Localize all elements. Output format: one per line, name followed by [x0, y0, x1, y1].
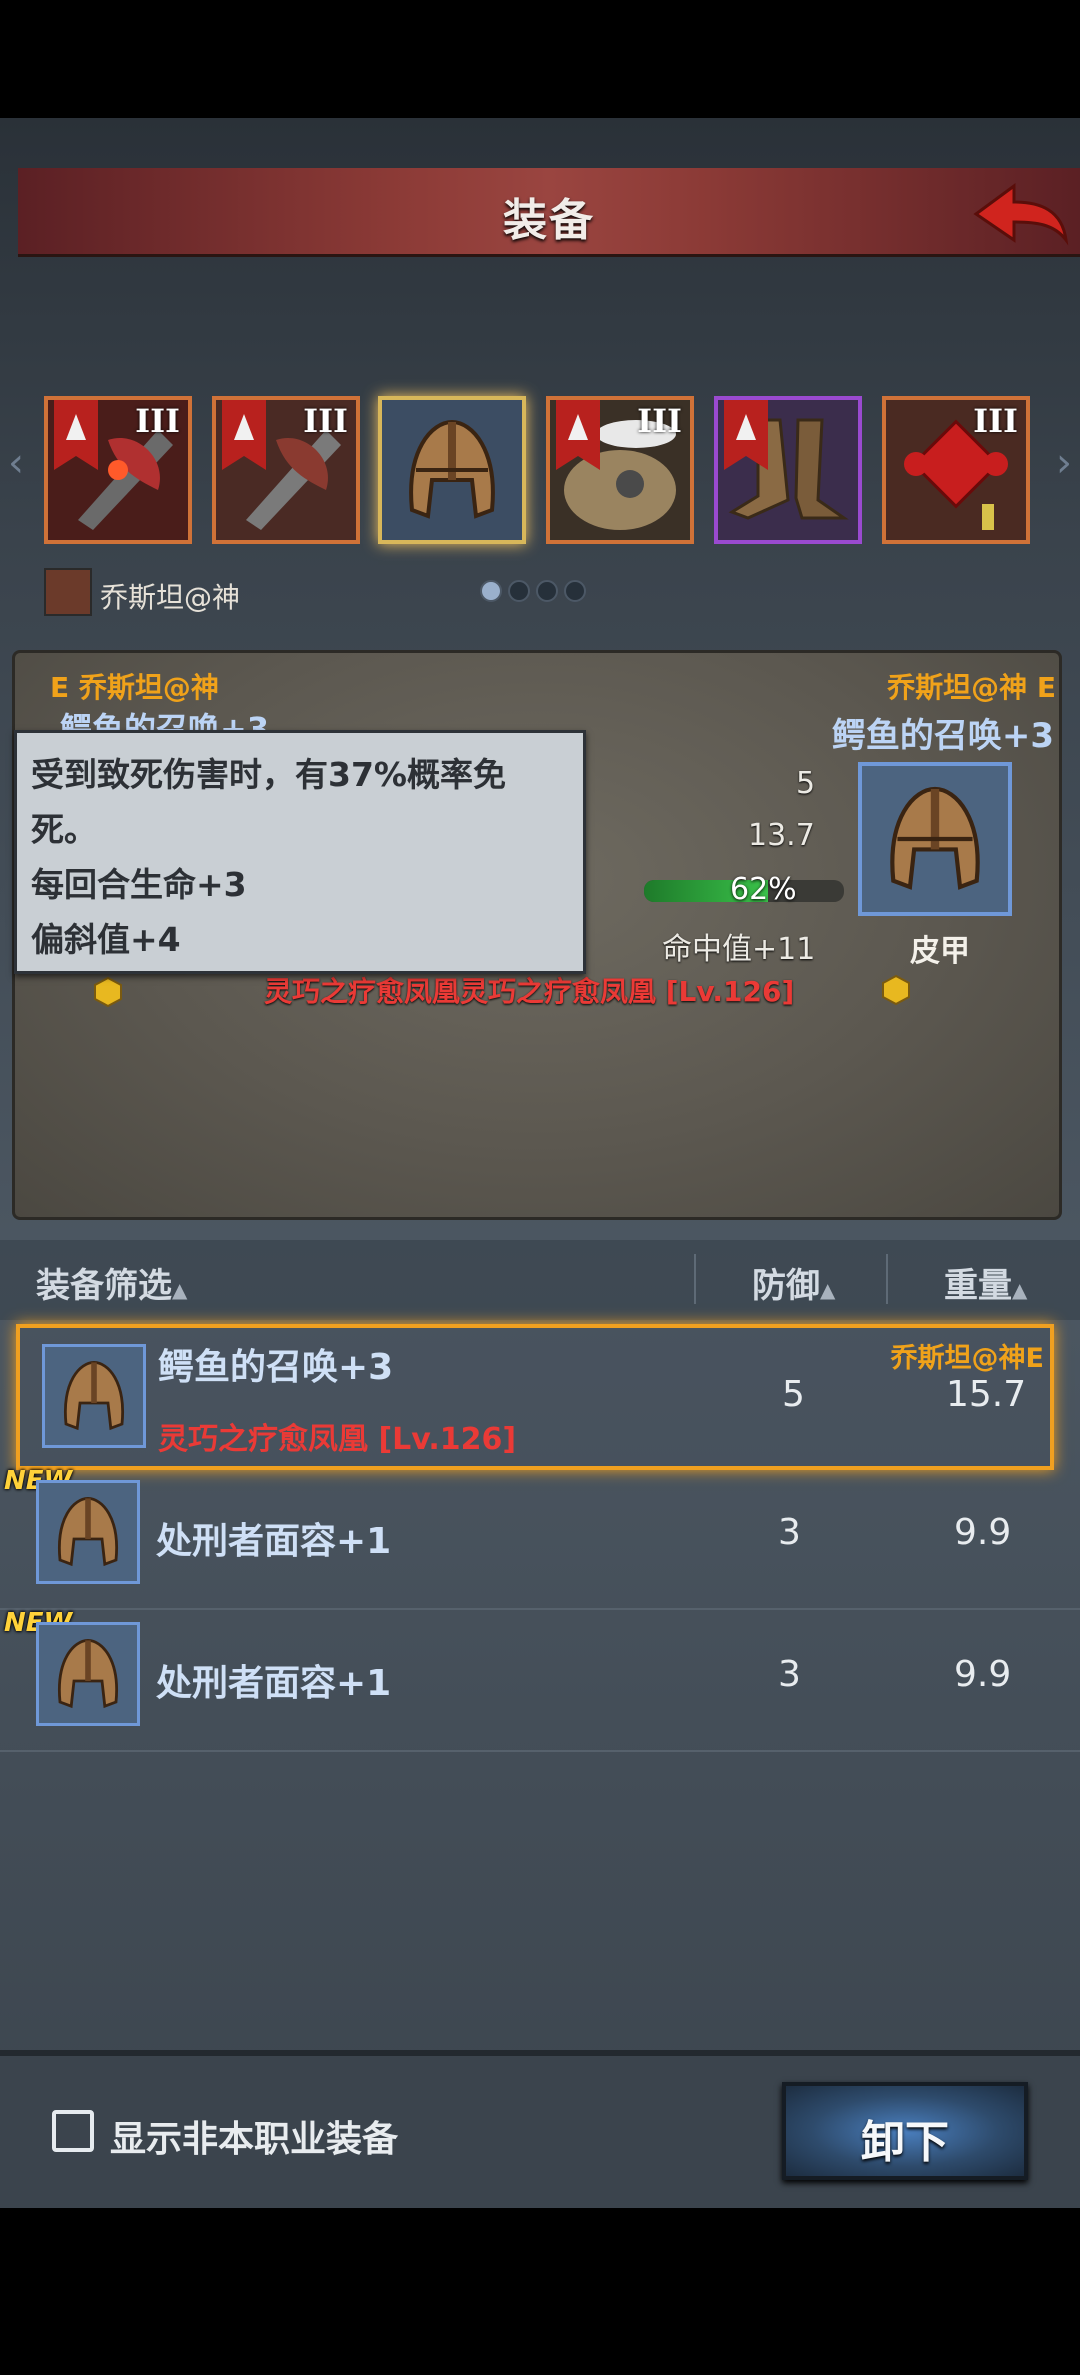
compare-hit: 命中值+11: [662, 932, 816, 967]
avatar[interactable]: [44, 568, 92, 616]
rank-badge: III: [135, 402, 180, 440]
armor-type: 皮甲: [910, 934, 970, 969]
compare-left-owner: E 乔斯坦@神: [50, 671, 219, 704]
leather-helmet-icon: [890, 786, 980, 890]
list-item[interactable]: NEW 处刑者面容+1 3 9.9: [0, 1466, 1080, 1610]
item-weight: 9.9: [954, 1654, 1012, 1695]
slot-helmet-selected[interactable]: [378, 396, 526, 544]
show-other-class-label[interactable]: 显示非本职业装备: [110, 2110, 398, 2162]
item-icon: [36, 1622, 140, 1726]
wolf-banner-icon: [724, 400, 768, 470]
leather-helmet-icon: [409, 419, 495, 519]
item-weight: 9.9: [954, 1512, 1012, 1553]
page-dot[interactable]: [508, 580, 530, 602]
unequip-label: 卸下: [861, 2117, 949, 2168]
item-weight: 15.7: [946, 1374, 1027, 1415]
leather-helmet-icon: [57, 1638, 119, 1709]
item-name: 处刑者面容+1: [156, 1663, 392, 1704]
sort-weight-button[interactable]: 重量▲: [944, 1258, 1027, 1307]
compare-set-bonus: 灵巧之疗愈凤凰灵巧之疗愈凤凰 [Lv.126]: [264, 975, 795, 1008]
slot-charm[interactable]: III: [882, 396, 1030, 544]
compare-right-name: 鳄鱼的召唤+3: [831, 716, 1054, 756]
slot-weapon-1[interactable]: III: [44, 396, 192, 544]
item-name: 处刑者面容+1: [156, 1521, 392, 1562]
compare-right-owner: 乔斯坦@神 E: [887, 671, 1056, 704]
page-title: 装备: [503, 195, 595, 246]
skill-tooltip: 受到致死伤害时，有37%概率免 死。 每回合生命+3 偏斜值+4: [14, 730, 586, 974]
list-item[interactable]: NEW 处刑者面容+1 3 9.9: [0, 1608, 1080, 1752]
sort-triangle-icon: ▲: [172, 1278, 188, 1302]
rank-badge: III: [303, 402, 348, 440]
filter-button[interactable]: 装备筛选▲: [36, 1258, 187, 1307]
divider: [694, 1254, 696, 1304]
tooltip-line: 每回合生命+3: [31, 865, 247, 904]
tooltip-line: 偏斜值+4: [31, 920, 181, 959]
wolf-banner-icon: [222, 400, 266, 470]
slot-boots[interactable]: [714, 396, 862, 544]
unequip-button[interactable]: 卸下: [782, 2082, 1028, 2180]
sort-triangle-icon: ▲: [1012, 1278, 1028, 1302]
tooltip-line: 受到致死伤害时，有37%概率免: [31, 755, 506, 794]
compare-weight: 13.7: [748, 818, 815, 853]
page-indicator: [480, 580, 592, 606]
item-defense: 3: [778, 1512, 801, 1553]
slot-weapon-2[interactable]: III: [212, 396, 360, 544]
leather-helmet-icon: [63, 1360, 125, 1431]
item-icon: [36, 1480, 140, 1584]
tooltip-line: 死。: [31, 810, 97, 849]
gem-socket-icon: [94, 976, 122, 1008]
owner-name: 乔斯坦@神: [100, 581, 241, 614]
page-dot[interactable]: [480, 580, 502, 602]
compare-item-icon[interactable]: [858, 762, 1012, 916]
item-name: 鳄鱼的召唤+3: [158, 1347, 394, 1388]
divider: [886, 1254, 888, 1304]
page-dot[interactable]: [564, 580, 586, 602]
defense-label: 防御: [752, 1266, 820, 1306]
sort-triangle-icon: ▲: [820, 1278, 836, 1302]
leather-helmet-icon: [57, 1496, 119, 1567]
title-bar: 装备: [18, 168, 1080, 257]
page-dot[interactable]: [536, 580, 558, 602]
system-nav-area: [0, 2208, 1080, 2375]
rank-badge: III: [637, 402, 682, 440]
item-set-bonus: 灵巧之疗愈凤凰 [Lv.126]: [158, 1422, 517, 1457]
filter-label: 装备筛选: [36, 1266, 172, 1306]
show-other-class-checkbox[interactable]: [52, 2110, 94, 2152]
item-owner: 乔斯坦@神E: [890, 1343, 1044, 1374]
back-arrow-icon[interactable]: [970, 180, 1070, 248]
compare-defense: 5: [796, 766, 816, 801]
equipment-slots: III III III III: [0, 386, 1080, 558]
item-defense: 5: [782, 1374, 805, 1415]
gem-socket-icon: [882, 974, 910, 1006]
item-icon: [42, 1344, 146, 1448]
sort-defense-button[interactable]: 防御▲: [752, 1258, 835, 1307]
rank-badge: III: [973, 402, 1018, 440]
durability-text: 62%: [730, 872, 797, 907]
wolf-banner-icon: [54, 400, 98, 470]
item-defense: 3: [778, 1654, 801, 1695]
wolf-banner-icon: [556, 400, 600, 470]
weight-label: 重量: [944, 1266, 1012, 1306]
slot-armor[interactable]: III: [546, 396, 694, 544]
list-item[interactable]: 鳄鱼的召唤+3 灵巧之疗愈凤凰 [Lv.126] 乔斯坦@神E 5 15.7: [16, 1324, 1054, 1470]
